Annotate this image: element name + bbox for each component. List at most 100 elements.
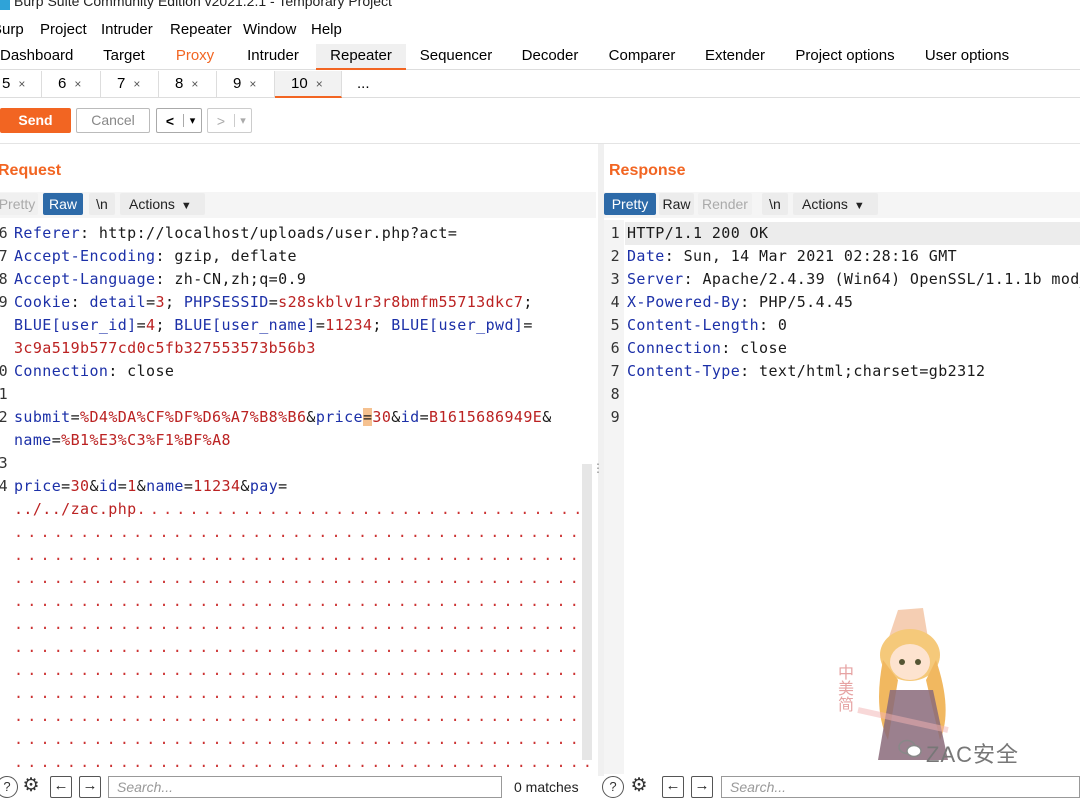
- header-key: Referer: [14, 224, 81, 242]
- arrow-left-icon[interactable]: ←: [50, 776, 72, 798]
- line-number: 1: [0, 385, 8, 403]
- param-value: 30: [70, 477, 90, 495]
- repeater-tab-9[interactable]: 9 ×: [217, 71, 275, 98]
- line-number: 2: [610, 247, 620, 265]
- header-key: Content-Length: [627, 316, 760, 334]
- header-value: : zh-CN,zh;q=0.9: [155, 270, 307, 288]
- header-value: : text/html;charset=gb2312: [740, 362, 986, 380]
- repeater-tab-8[interactable]: 8 ×: [159, 71, 217, 98]
- repeater-tab-more[interactable]: ...: [342, 71, 384, 98]
- response-line-x-powered-by: X-Powered-By: PHP/5.4.45: [627, 293, 853, 311]
- payload-dots: ........................................…: [14, 730, 596, 748]
- menu-help[interactable]: Help: [311, 21, 342, 38]
- menu-repeater[interactable]: Repeater: [170, 21, 232, 38]
- request-line-cookie-pwd: 3c9a519b577cd0c5fb327553573b56b3: [14, 339, 316, 357]
- close-icon[interactable]: ×: [316, 77, 323, 91]
- gear-icon[interactable]: ⚙: [628, 776, 650, 798]
- tab-proxy[interactable]: Proxy: [163, 44, 227, 70]
- close-icon[interactable]: ×: [249, 77, 256, 91]
- back-dropdown-icon[interactable]: ▾: [183, 114, 201, 127]
- response-line-content-type: Content-Type: text/html;charset=gb2312: [627, 362, 985, 380]
- request-line-connection: Connection: close: [14, 362, 174, 380]
- tab-project-options[interactable]: Project options: [785, 44, 905, 70]
- header-value: : PHP/5.4.45: [740, 293, 854, 311]
- response-line-connection: Connection: close: [627, 339, 787, 357]
- menu-intruder[interactable]: Intruder: [101, 21, 153, 38]
- arrow-right-icon[interactable]: →: [79, 776, 101, 798]
- back-button[interactable]: < ▾: [156, 108, 202, 133]
- chevron-down-icon: ▼: [180, 200, 192, 212]
- request-actions-button[interactable]: Actions ▼: [120, 193, 205, 215]
- response-tab-render[interactable]: Render: [698, 193, 752, 215]
- payload-dots: ........................................…: [14, 661, 596, 679]
- repeater-tab-6[interactable]: 6 ×: [42, 71, 101, 98]
- request-line-path: ../../zac.php...........................…: [14, 500, 596, 518]
- response-search-input[interactable]: Search...: [721, 776, 1080, 798]
- tab-intruder[interactable]: Intruder: [236, 44, 310, 70]
- param-key: pay: [249, 477, 279, 495]
- response-tab-newline[interactable]: \n: [762, 193, 788, 215]
- param-value: B1615686949E: [429, 408, 543, 426]
- cookie-key: BLUE[user_pwd]: [391, 316, 524, 334]
- tab-user-options[interactable]: User options: [915, 44, 1019, 70]
- response-tab-pretty[interactable]: Pretty: [604, 193, 656, 215]
- send-button[interactable]: Send: [0, 108, 71, 133]
- tab-sequencer[interactable]: Sequencer: [410, 44, 502, 70]
- response-title: Response: [609, 162, 686, 179]
- header-value: : Apache/2.4.39 (Win64) OpenSSL/1.1.1b m…: [683, 270, 1080, 288]
- forward-dropdown-icon[interactable]: ▾: [234, 114, 251, 127]
- request-line-referer: Referer: http://localhost/uploads/user.p…: [14, 224, 457, 242]
- request-scrollbar[interactable]: [582, 464, 592, 760]
- arrow-left-icon[interactable]: ←: [662, 776, 684, 798]
- request-tab-raw[interactable]: Raw: [43, 193, 83, 215]
- line-number: 2: [0, 408, 8, 426]
- repeater-tab-5[interactable]: 5 ×: [0, 71, 42, 98]
- menu-project[interactable]: Project: [40, 21, 87, 38]
- header-value: : Sun, 14 Mar 2021 02:28:16 GMT: [664, 247, 958, 265]
- request-tab-newline[interactable]: \n: [89, 193, 115, 215]
- chevron-down-icon: ▼: [853, 200, 865, 212]
- cancel-button[interactable]: Cancel: [76, 108, 150, 133]
- response-tab-raw[interactable]: Raw: [659, 193, 694, 215]
- menu-window[interactable]: Window: [243, 21, 296, 38]
- param-key: id: [400, 408, 420, 426]
- repeater-tab-label: 6: [58, 75, 67, 92]
- tab-target[interactable]: Target: [88, 44, 160, 70]
- header-key: Content-Type: [627, 362, 741, 380]
- payload-dots: ........................................…: [136, 500, 596, 518]
- chevron-left-icon[interactable]: <: [157, 113, 183, 129]
- tab-decoder[interactable]: Decoder: [510, 44, 590, 70]
- help-icon[interactable]: ?: [602, 776, 624, 798]
- menu-burp[interactable]: Burp: [0, 21, 24, 38]
- repeater-tab-7[interactable]: 7 ×: [101, 71, 159, 98]
- close-icon[interactable]: ×: [74, 77, 81, 91]
- tab-dashboard[interactable]: Dashboard: [0, 44, 73, 70]
- param-key: name: [146, 477, 184, 495]
- cookie-key: PHPSESSID: [183, 293, 269, 311]
- request-line-accept-language: Accept-Language: zh-CN,zh;q=0.9: [14, 270, 306, 288]
- drag-handle-icon[interactable]: ⋮: [592, 462, 604, 484]
- window-title: Burp Suite Community Edition v2021.2.1 -…: [14, 0, 392, 9]
- close-icon[interactable]: ×: [18, 77, 25, 91]
- close-icon[interactable]: ×: [191, 77, 198, 91]
- chevron-right-icon[interactable]: >: [208, 113, 234, 129]
- tab-repeater[interactable]: Repeater: [316, 44, 406, 70]
- gear-icon[interactable]: ⚙: [20, 776, 42, 798]
- payload-dots: ........................................…: [14, 684, 596, 702]
- response-actions-button[interactable]: Actions ▼: [793, 193, 878, 215]
- repeater-tab-label: 8: [175, 75, 184, 92]
- repeater-tab-10[interactable]: 10 ×: [275, 71, 342, 98]
- request-search-input[interactable]: Search...: [108, 776, 502, 798]
- tab-comparer[interactable]: Comparer: [600, 44, 684, 70]
- arrow-right-icon[interactable]: →: [691, 776, 713, 798]
- request-editor[interactable]: 6 7 8 9 0 1 2 3 4 Referer: http://localh…: [0, 220, 596, 774]
- param-value: 30: [372, 408, 392, 426]
- repeater-tab-label: 10: [291, 75, 308, 92]
- forward-button[interactable]: > ▾: [207, 108, 252, 133]
- tab-extender[interactable]: Extender: [694, 44, 776, 70]
- cookie-key: detail: [89, 293, 147, 311]
- help-icon[interactable]: ?: [0, 776, 18, 798]
- request-tab-pretty[interactable]: Pretty: [0, 193, 38, 215]
- close-icon[interactable]: ×: [133, 77, 140, 91]
- repeater-tabs: 5 × 6 × 7 × 8 × 9 × 10 × ...: [0, 71, 1080, 98]
